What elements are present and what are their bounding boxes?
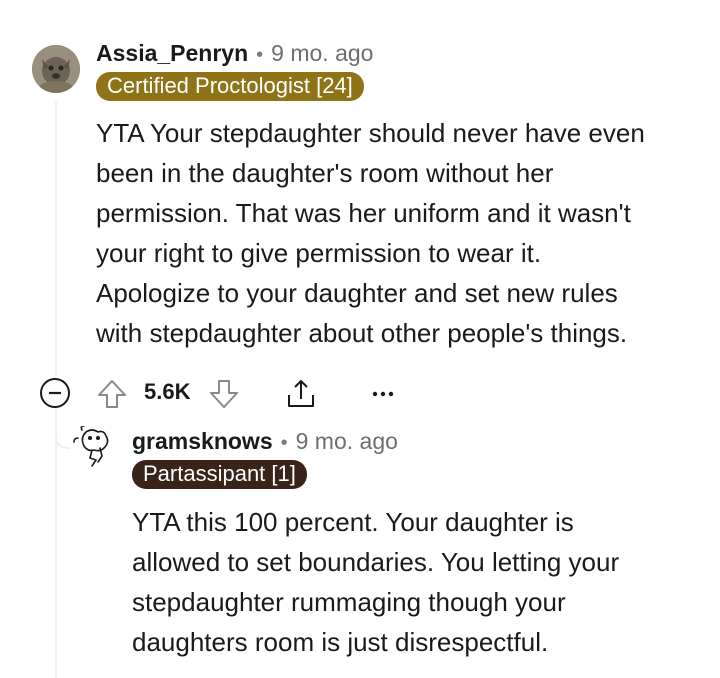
avatar[interactable] bbox=[32, 45, 80, 93]
comment-meta: Assia_Penryn • 9 mo. ago bbox=[96, 40, 373, 67]
comment-line: Apologize to your daughter and set new r… bbox=[96, 278, 618, 308]
comment-line: your right to give permission to wear it… bbox=[96, 238, 542, 268]
more-options-button[interactable] bbox=[368, 380, 398, 408]
vote-score: 5.6K bbox=[144, 379, 191, 404]
collapse-button[interactable] bbox=[38, 376, 72, 410]
reply-timestamp[interactable]: 9 mo. ago bbox=[296, 428, 398, 455]
reply-meta: gramsknows • 9 mo. ago bbox=[132, 428, 398, 455]
separator-dot: • bbox=[256, 44, 264, 66]
comment-line: YTA Your stepdaughter should never have … bbox=[96, 118, 645, 148]
reply-line: allowed to set boundaries. You letting y… bbox=[132, 547, 620, 577]
thread-line[interactable] bbox=[55, 102, 57, 376]
separator-dot: • bbox=[280, 432, 288, 454]
username[interactable]: Assia_Penryn bbox=[96, 40, 248, 67]
reply-username[interactable]: gramsknows bbox=[132, 428, 273, 455]
downvote-button[interactable] bbox=[206, 376, 242, 412]
reply-avatar[interactable] bbox=[56, 426, 126, 486]
reply-body: YTA this 100 percent. Your daughter is a… bbox=[132, 502, 619, 662]
reply-user-flair: Partassipant [1] bbox=[132, 460, 307, 489]
comment-line: with stepdaughter about other people's t… bbox=[96, 318, 628, 348]
upvote-icon bbox=[98, 380, 126, 408]
comment-line: been in the daughter's room without her bbox=[96, 158, 554, 188]
share-button[interactable] bbox=[282, 376, 320, 412]
timestamp[interactable]: 9 mo. ago bbox=[271, 40, 373, 67]
comment-action-bar: 5.6K bbox=[38, 374, 418, 414]
share-icon bbox=[288, 380, 314, 407]
upvote-button[interactable] bbox=[94, 376, 130, 412]
reply-line: YTA this 100 percent. Your daughter is bbox=[132, 507, 574, 537]
downvote-icon bbox=[210, 380, 238, 408]
comment-body: YTA Your stepdaughter should never have … bbox=[96, 113, 645, 353]
collapse-icon bbox=[40, 378, 70, 408]
snoo-icon bbox=[73, 426, 109, 467]
reply-line: daughters room is just disrespectful. bbox=[132, 627, 549, 657]
comment-line: permission. That was her uniform and it … bbox=[96, 198, 631, 228]
reply-line: stepdaughter rummaging though your bbox=[132, 587, 566, 617]
avatar-image bbox=[32, 45, 80, 93]
more-options-icon bbox=[372, 391, 394, 397]
user-flair: Certified Proctologist [24] bbox=[96, 72, 364, 101]
